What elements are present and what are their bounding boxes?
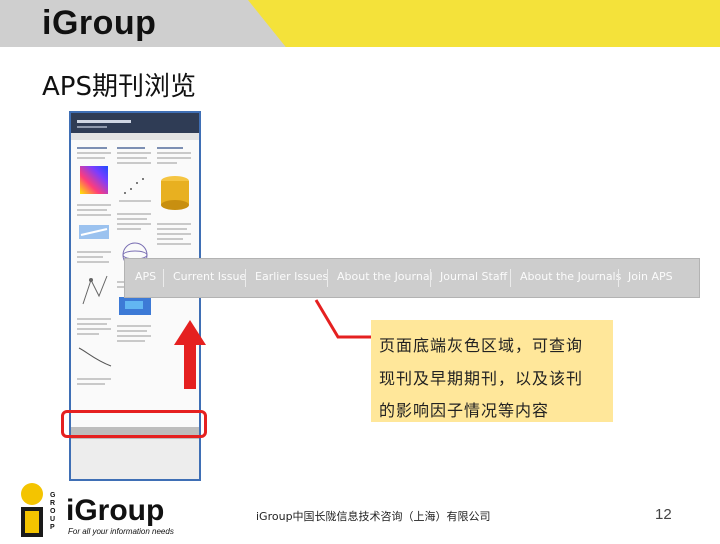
annotation-overlay bbox=[174, 299, 371, 389]
callout-connector bbox=[314, 299, 371, 339]
footer-tagline: For all your information needs bbox=[68, 527, 174, 536]
callout-line-1: 页面底端灰色区域，可查询 bbox=[379, 336, 584, 355]
footer-logo-text: iGroup bbox=[66, 494, 165, 527]
footer-logo-vertical: GROUP bbox=[50, 492, 56, 531]
footer-company: iGroup中国长陇信息技术咨询（上海）有限公司 bbox=[256, 510, 491, 523]
page-number: 12 bbox=[655, 506, 672, 523]
callout-line-2: 现刊及早期期刊，以及该刊 bbox=[379, 369, 584, 388]
footer-logo: GROUP iGroup For all your information ne… bbox=[4, 480, 194, 540]
footer-highlight-box bbox=[61, 410, 207, 438]
up-arrow-icon bbox=[174, 320, 206, 389]
callout-line-3: 的影响因子情况等内容 bbox=[379, 401, 550, 420]
callout-box: 页面底端灰色区域，可查询 现刊及早期期刊，以及该刊 的影响因子情况等内容 bbox=[371, 320, 613, 422]
